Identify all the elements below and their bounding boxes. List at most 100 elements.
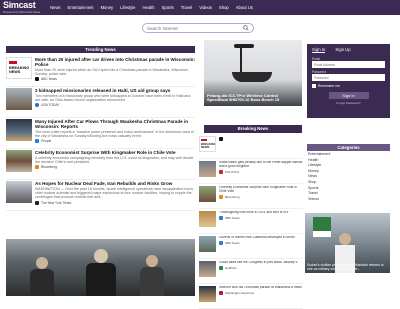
- source-icon: [35, 103, 39, 108]
- news-thumbnail[interactable]: [199, 161, 216, 177]
- news-title[interactable]: Many Injured After Car Plows Through Wau…: [35, 119, 195, 129]
- nav-entertainment[interactable]: Entertainment: [67, 5, 93, 10]
- news-thumbnail[interactable]: [199, 186, 216, 202]
- news-source: NBC News: [225, 215, 240, 220]
- search-bar: [142, 23, 254, 33]
- source-icon: [219, 215, 223, 220]
- news-description: More than 20 were injured when an SUV sp…: [35, 68, 189, 77]
- news-source: POLITICO: [225, 169, 240, 174]
- remember-label: Remember me: [318, 84, 340, 88]
- source-icon: [219, 265, 223, 270]
- news-item[interactable]: Many Injured After Car Plows Through Wau…: [6, 118, 195, 149]
- news-thumbnail[interactable]: [199, 236, 216, 252]
- news-source: People: [41, 139, 52, 144]
- news-item[interactable]: 2 kidnapped missionaries released in Hai…: [6, 87, 195, 118]
- categories-heading: Categories: [307, 144, 390, 151]
- news-title[interactable]: Dozens of homes rock California destroye…: [219, 236, 303, 240]
- source-icon: [35, 200, 39, 205]
- news-source: Bloomberg: [225, 194, 240, 199]
- news-description: A celebrity economist campaigning remote…: [35, 156, 194, 165]
- featured-photo[interactable]: [6, 239, 195, 296]
- breaking-news-item[interactable]: Thanksgiving cost more in 2021 and who i…: [199, 209, 303, 234]
- source-icon: [219, 169, 223, 174]
- news-title[interactable]: 2 kidnapped missionaries released in Hai…: [35, 88, 195, 93]
- breaking-news-item[interactable]: Celebrity Economist Surprise With Kingma…: [199, 184, 303, 209]
- news-thumbnail[interactable]: [6, 150, 32, 172]
- news-title[interactable]: Celebrity Economist Surprise With Kingma…: [35, 150, 195, 155]
- nav-about-us[interactable]: About Us: [236, 5, 253, 10]
- promo-video-card[interactable]: Sudan's civilian prime minister Hamdok r…: [305, 213, 390, 273]
- main-nav: News Entertainment Money Lifestyle Healt…: [50, 0, 260, 15]
- news-title[interactable]: As Hopes for Nuclear Deal Fade, Iran Reb…: [35, 181, 195, 186]
- search-icon[interactable]: [243, 25, 249, 31]
- news-thumbnail[interactable]: [199, 261, 216, 277]
- news-item[interactable]: Celebrity Economist Surprise With Kingma…: [6, 149, 195, 180]
- password-field[interactable]: [312, 74, 385, 81]
- source-icon: [219, 194, 223, 199]
- news-source: Bloomberg: [41, 165, 57, 170]
- news-thumbnail[interactable]: [6, 119, 32, 141]
- nav-shop[interactable]: Shop: [219, 5, 229, 10]
- source-icon: [35, 77, 39, 82]
- news-title[interactable]: Gosar allies like the Congress in part a…: [219, 261, 303, 265]
- nav-travel[interactable]: Travel: [181, 5, 192, 10]
- news-description: The local outlet reports a "massive poli…: [35, 130, 194, 139]
- news-item[interactable]: As Hopes for Nuclear Deal Fade, Iran Reb…: [6, 180, 195, 211]
- sign-in-button[interactable]: Sign In: [328, 92, 369, 99]
- nav-money[interactable]: Money: [101, 5, 114, 10]
- news-thumbnail[interactable]: [6, 88, 32, 110]
- email-field[interactable]: [312, 61, 385, 68]
- breaking-news-list: BREAKING NEWS Swiss Biden gets penalty du…: [199, 134, 303, 309]
- nav-news[interactable]: News: [50, 5, 60, 10]
- nav-health[interactable]: Health: [143, 5, 155, 10]
- source-icon: [35, 165, 39, 170]
- category-videos[interactable]: Videos: [307, 197, 390, 203]
- breaking-news-item[interactable]: Inventor who did Christmas parade at Wau…: [199, 284, 303, 309]
- news-source: NBC News: [225, 240, 240, 245]
- news-thumbnail[interactable]: [6, 181, 32, 203]
- brand-logo[interactable]: Simcast Powered by Microsoft News: [0, 0, 50, 15]
- hero-caption: Pelang-dio IC3-TPro Wireless Control Spe…: [207, 92, 280, 103]
- remember-checkbox[interactable]: [312, 84, 316, 88]
- promo-caption: Sudan's civilian prime minister Hamdok r…: [307, 263, 384, 271]
- hero-product-card[interactable]: Pelang-dio IC3-TPro Wireless Control Spe…: [204, 40, 302, 106]
- nav-videos[interactable]: Videos: [199, 5, 212, 10]
- breaking-news-item[interactable]: BREAKING NEWS: [199, 134, 303, 159]
- news-thumbnail[interactable]: BREAKING NEWS: [6, 57, 32, 79]
- source-icon: [219, 137, 223, 141]
- categories-list: Entertainment Health Lifestyle Money New…: [307, 152, 390, 202]
- news-title[interactable]: More than 20 injured after car drives in…: [35, 57, 195, 67]
- news-source: USA TODAY: [41, 103, 60, 108]
- tab-sign-up[interactable]: Sign Up: [335, 47, 350, 53]
- news-source: HuffPost: [225, 265, 237, 270]
- search-input[interactable]: [147, 25, 243, 31]
- trending-news-list: BREAKING NEWS More than 20 injured after …: [6, 56, 195, 211]
- news-title[interactable]: Inventor who did Christmas parade at Wau…: [219, 286, 303, 290]
- top-navbar: Simcast Powered by Microsoft News News E…: [0, 0, 400, 15]
- news-title[interactable]: Celebrity Economist Surprise With Kingma…: [219, 186, 303, 194]
- news-thumbnail[interactable]: [199, 211, 216, 227]
- signin-panel: Sign In Sign Up Email Password Remember …: [307, 44, 390, 118]
- news-source: The New York Times: [41, 200, 72, 205]
- breaking-news-item[interactable]: Swiss Biden gets penalty due to the Pell…: [199, 159, 303, 184]
- news-source: ABC News: [41, 77, 57, 82]
- breaking-news-item[interactable]: Dozens of homes rock California destroye…: [199, 234, 303, 259]
- news-description: Two members of a missionary group who we…: [35, 94, 191, 103]
- breaking-news-item[interactable]: Gosar allies like the Congress in part a…: [199, 259, 303, 284]
- brand-powered-by: Powered by Microsoft News: [3, 10, 41, 14]
- nav-sports[interactable]: Sports: [162, 5, 174, 10]
- trending-news-heading: Trending News: [6, 46, 195, 53]
- news-source: Washington Examiner: [225, 290, 255, 295]
- nav-lifestyle[interactable]: Lifestyle: [120, 5, 135, 10]
- news-description: WASHINGTON — Over the past 18 months, Is…: [35, 187, 194, 200]
- news-title[interactable]: Swiss Biden gets penalty due to the Pell…: [219, 161, 303, 169]
- tab-sign-in[interactable]: Sign In: [312, 47, 326, 53]
- news-thumbnail[interactable]: [199, 286, 216, 302]
- source-icon: [35, 139, 39, 144]
- news-item[interactable]: BREAKING NEWS More than 20 injured after …: [6, 56, 195, 87]
- source-icon: [219, 290, 223, 295]
- news-title[interactable]: Thanksgiving cost more in 2021 and who i…: [219, 211, 303, 215]
- news-thumbnail[interactable]: BREAKING NEWS: [199, 136, 216, 152]
- remember-me[interactable]: Remember me: [312, 84, 385, 88]
- forgot-password-link[interactable]: Forgot Password?: [312, 101, 385, 105]
